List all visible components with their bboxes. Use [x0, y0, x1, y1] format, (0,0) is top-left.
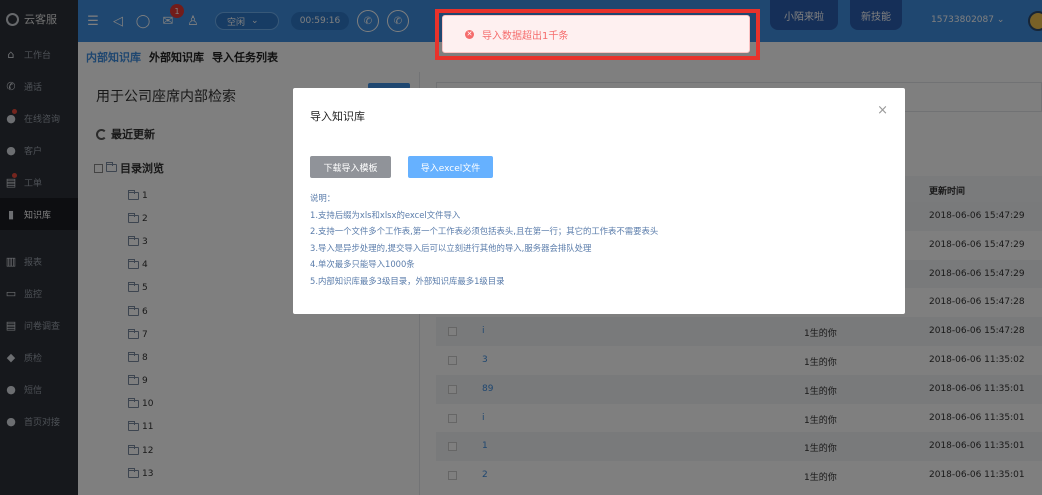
import-dialog: 导入知识库 × 下载导入模板 导入excel文件 说明： 1.支持后缀为xls和…	[293, 88, 905, 314]
import-instructions: 说明： 1.支持后缀为xls和xlsx的excel文件导入 2.支持一个文件多个…	[310, 190, 658, 290]
instructions-heading: 说明：	[310, 193, 336, 203]
instruction-line: 5.内部知识库最多3级目录，外部知识库最多1级目录	[310, 275, 505, 286]
instruction-line: 3.导入是异步处理的,提交导入后可以立刻进行其他的导入,服务器会排队处理	[310, 242, 592, 253]
download-template-button[interactable]: 下载导入模板	[310, 156, 391, 178]
dialog-title: 导入知识库	[310, 110, 365, 123]
import-excel-button[interactable]: 导入excel文件	[408, 156, 493, 178]
close-icon[interactable]: ×	[877, 103, 888, 118]
instruction-line: 2.支持一个文件多个工作表,第一个工作表必须包括表头,且在第一行；其它的工作表不…	[310, 226, 659, 237]
instruction-line: 4.单次最多只能导入1000条	[310, 259, 415, 270]
highlight-box	[435, 9, 760, 60]
instruction-line: 1.支持后缀为xls和xlsx的excel文件导入	[310, 209, 461, 220]
